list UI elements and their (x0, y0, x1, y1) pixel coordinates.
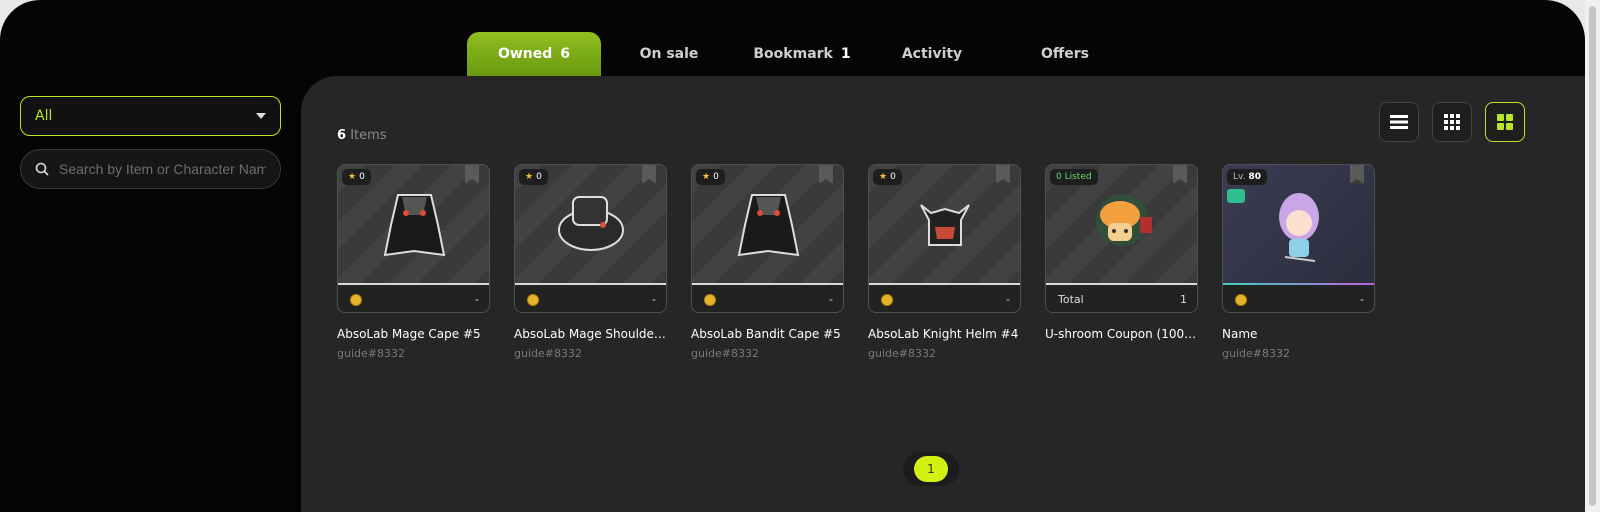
page-button-current[interactable]: 1 (914, 456, 948, 482)
item-price: - (1360, 293, 1364, 306)
item-price: - (1006, 293, 1010, 306)
grid-large-icon (1497, 114, 1513, 130)
item-thumbnail[interactable]: 0 Listed Total 1 (1045, 164, 1198, 313)
item-total: 1 (1180, 293, 1187, 306)
app-window: Owned 6 On sale Bookmark 1 Activity Offers… (0, 0, 1585, 512)
category-select[interactable]: All (20, 96, 281, 136)
star-badge: ★ 0 (519, 169, 548, 185)
item-name[interactable]: AbsoLab Mage Cape #5 (337, 327, 490, 341)
item-card[interactable]: ★ 0 - AbsoLab Mage Shoulder ... guide#833… (514, 164, 667, 360)
bookmark-icon[interactable] (642, 165, 656, 184)
item-thumbnail[interactable]: Lv. 80 - (1222, 164, 1375, 313)
item-owner: guide#8332 (337, 347, 405, 360)
item-card[interactable]: Lv. 80 - Name guide#8332 (1222, 164, 1375, 360)
star-icon: ★ (525, 172, 534, 182)
bookmark-icon[interactable] (996, 165, 1010, 184)
category-select-value: All (35, 108, 53, 124)
tab-bookmark[interactable]: Bookmark 1 (737, 32, 867, 76)
item-card[interactable]: ★ 0 - AbsoLab Mage Cape #5 guide#8332 (337, 164, 490, 360)
coin-icon (1235, 293, 1247, 306)
tab-bookmark-count: 1 (840, 46, 851, 62)
coin-icon (704, 293, 716, 306)
coin-icon (527, 293, 539, 306)
list-view-icon (1390, 115, 1408, 129)
scrollbar[interactable] (1585, 0, 1600, 512)
item-name[interactable]: Name (1222, 327, 1375, 341)
coin-icon (350, 293, 362, 306)
tab-owned-count: 6 (560, 46, 571, 62)
tab-owned[interactable]: Owned 6 (467, 32, 601, 76)
grid-small-view-button[interactable] (1432, 102, 1472, 142)
item-name[interactable]: AbsoLab Bandit Cape #5 (691, 327, 844, 341)
tab-bar: Owned 6 On sale Bookmark 1 Activity Offers (467, 32, 1133, 76)
grid-large-view-button[interactable] (1485, 102, 1525, 142)
star-icon: ★ (879, 172, 888, 182)
pagination: 1 (903, 452, 959, 486)
grid-small-icon (1444, 114, 1460, 130)
search-box[interactable] (20, 149, 281, 189)
item-thumbnail[interactable]: ★ 0 - (337, 164, 490, 313)
search-input[interactable] (59, 161, 266, 177)
edit-icon[interactable] (1227, 189, 1245, 203)
list-view-button[interactable] (1379, 102, 1419, 142)
search-icon (35, 162, 49, 176)
star-badge: ★ 0 (342, 169, 371, 185)
total-label: Total (1058, 293, 1084, 306)
scrollbar-thumb[interactable] (1589, 6, 1596, 506)
bookmark-icon[interactable] (1350, 165, 1364, 184)
item-price: - (652, 293, 656, 306)
item-owner: guide#8332 (514, 347, 582, 360)
listed-badge: 0 Listed (1050, 169, 1098, 185)
coin-icon (881, 293, 893, 306)
item-card[interactable]: ★ 0 - AbsoLab Knight Helm #4 guide#8332 (868, 164, 1021, 360)
tab-activity[interactable]: Activity (867, 32, 997, 76)
bookmark-icon[interactable] (465, 165, 479, 184)
item-name[interactable]: AbsoLab Mage Shoulder ... (514, 327, 667, 341)
chevron-down-icon (256, 113, 266, 119)
item-card[interactable]: ★ 0 - AbsoLab Bandit Cape #5 guide#8332 (691, 164, 844, 360)
tab-on-sale[interactable]: On sale (601, 32, 737, 76)
item-thumbnail[interactable]: ★ 0 - (868, 164, 1021, 313)
items-grid: ★ 0 - AbsoLab Mage Cape #5 guide#8332 ★ 0 (337, 164, 1375, 360)
item-card[interactable]: 0 Listed Total 1 U-shroom Coupon (100 D..… (1045, 164, 1198, 360)
item-thumbnail[interactable]: ★ 0 - (691, 164, 844, 313)
tab-offers[interactable]: Offers (997, 32, 1133, 76)
item-owner: guide#8332 (691, 347, 759, 360)
item-thumbnail[interactable]: ★ 0 - (514, 164, 667, 313)
star-icon: ★ (702, 172, 711, 182)
star-badge: ★ 0 (696, 169, 725, 185)
items-count: 6 Items (337, 128, 387, 143)
level-badge: Lv. 80 (1227, 169, 1268, 185)
star-icon: ★ (348, 172, 357, 182)
item-name[interactable]: U-shroom Coupon (100 D... (1045, 327, 1198, 341)
view-toggle-group (1379, 102, 1525, 142)
item-price: - (829, 293, 833, 306)
items-panel: 6 Items ★ 0 - AbsoLab Mage Cape #5 guide… (301, 76, 1585, 512)
bookmark-icon[interactable] (819, 165, 833, 184)
item-owner: guide#8332 (1222, 347, 1290, 360)
item-price: - (475, 293, 479, 306)
star-badge: ★ 0 (873, 169, 902, 185)
item-name[interactable]: AbsoLab Knight Helm #4 (868, 327, 1021, 341)
item-owner: guide#8332 (868, 347, 936, 360)
bookmark-icon[interactable] (1173, 165, 1187, 184)
